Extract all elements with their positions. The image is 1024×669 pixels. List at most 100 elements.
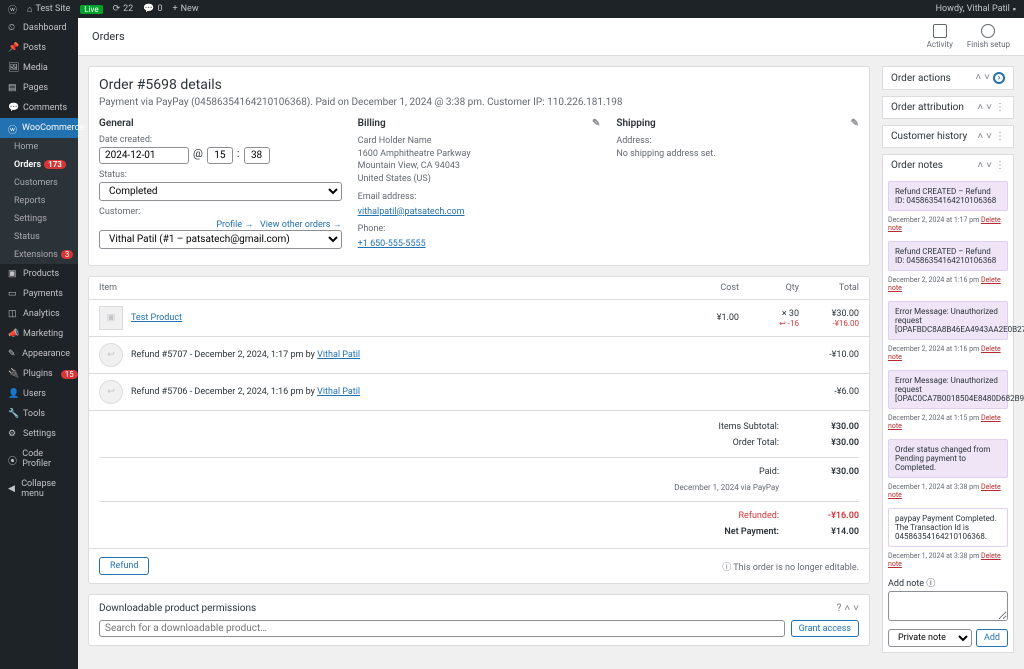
delete-note-link[interactable]: Delete note — [888, 414, 1001, 430]
note-type-select[interactable]: Private note — [888, 629, 972, 647]
chevron-down-icon[interactable]: ˅ — [853, 603, 859, 614]
customer-select[interactable]: Vithal Patil (#1 – patsatech@gmail.com) — [99, 230, 342, 249]
view-orders-link[interactable]: View other orders → — [260, 220, 342, 230]
sidebar-item-plugins[interactable]: 🔌Plugins15 — [0, 364, 78, 384]
refund-amt-2: -¥6.00 — [799, 387, 859, 397]
new-link[interactable]: + New — [173, 4, 199, 14]
activity-button[interactable]: Activity — [927, 24, 953, 49]
sub-settings[interactable]: Settings — [0, 210, 78, 228]
email-label: Email address: — [358, 191, 601, 204]
panel-head-history[interactable]: Customer history˄˅⋮ — [883, 126, 1013, 147]
wp-logo-icon[interactable]: ⓦ — [8, 3, 17, 16]
collapse-icon: ◀ — [8, 484, 16, 494]
panel-head-notes[interactable]: Order notes˄˅⋮ — [883, 155, 1013, 176]
date-input[interactable] — [99, 147, 189, 164]
shipping-col: Shipping✎ Address: No shipping address s… — [616, 118, 859, 255]
sidebar-item-codeprofiler[interactable]: ⦿Code Profiler — [0, 444, 78, 474]
status-label: Status: — [99, 170, 342, 180]
site-link[interactable]: ⌂ Test Site — [27, 4, 70, 15]
help-icon[interactable]: ? — [837, 603, 842, 614]
dots-icon[interactable]: ⋮ — [995, 160, 1005, 171]
ship-addr-label: Address: — [616, 135, 859, 148]
refund-qty: ↩ -16 — [739, 319, 799, 328]
billing-addr-2: 1600 Amphitheatre Parkway — [358, 148, 601, 161]
subtotal-label: Items Subtotal: — [719, 422, 780, 432]
delete-note-link[interactable]: Delete note — [888, 216, 1001, 232]
status-select[interactable]: Completed — [99, 182, 342, 201]
items-h-cost: Cost — [679, 283, 739, 293]
sidebar-item-comments[interactable]: 💬Comments — [0, 98, 78, 118]
sidebar-item-payments[interactable]: ▭Payments — [0, 284, 78, 304]
help-icon[interactable]: ⓘ — [926, 579, 935, 589]
delete-note-link[interactable]: Delete note — [888, 345, 1001, 361]
order-note: Error Message: Unauthorized request [OPA… — [888, 301, 1008, 340]
chevron-down-icon[interactable]: ˅ — [986, 131, 992, 142]
grant-access-button[interactable]: Grant access — [791, 620, 859, 637]
sidebar-item-products[interactable]: ▣Products — [0, 264, 78, 284]
edit-shipping-icon[interactable]: ✎ — [851, 118, 859, 129]
sub-orders[interactable]: Orders173 — [0, 156, 78, 174]
sidebar-item-pages[interactable]: ▤Pages — [0, 78, 78, 98]
billing-addr-4: United States (US) — [358, 173, 601, 186]
topbar-left: ⓦ ⌂ Test Site Live ⟳ 22 💬 0 + New — [8, 3, 199, 16]
finish-setup-button[interactable]: Finish setup — [967, 24, 1010, 49]
sidebar-item-users[interactable]: 👤Users — [0, 384, 78, 404]
note-textarea[interactable] — [888, 591, 1008, 621]
product-link[interactable]: Test Product — [131, 313, 182, 323]
billing-email[interactable]: vithalpatil@patsatech.com — [358, 207, 465, 217]
refund-user-2[interactable]: Vithal Patil — [317, 387, 360, 397]
page-header: Orders Activity Finish setup — [78, 18, 1024, 56]
dl-search-input[interactable] — [99, 620, 785, 637]
sidebar-item-posts[interactable]: 📌Posts — [0, 38, 78, 58]
sidebar-collapse[interactable]: ◀Collapse menu — [0, 474, 78, 504]
chevron-up-icon[interactable]: ˄ — [975, 72, 981, 84]
comments-link[interactable]: 💬 0 — [143, 4, 162, 14]
items-h-total: Total — [799, 283, 859, 293]
dots-icon[interactable]: ⋮ — [995, 131, 1005, 142]
order-notes-panel: Order notes˄˅⋮ Refund CREATED – Refund I… — [882, 154, 1014, 653]
profile-link[interactable]: Profile → — [216, 220, 253, 230]
panel-head-attribution[interactable]: Order attribution˄˅⋮ — [883, 97, 1013, 118]
sub-status[interactable]: Status — [0, 228, 78, 246]
chevron-up-icon[interactable]: ˄ — [844, 603, 850, 614]
sidebar-item-dashboard[interactable]: ⏲Dashboard — [0, 18, 78, 38]
sub-customers[interactable]: Customers — [0, 174, 78, 192]
sidebar-item-tools[interactable]: 🔧Tools — [0, 404, 78, 424]
delete-note-link[interactable]: Delete note — [888, 276, 1001, 292]
add-note-button[interactable]: Add — [976, 629, 1008, 647]
refund-user-1[interactable]: Vithal Patil — [317, 350, 360, 360]
hour-input[interactable] — [207, 147, 233, 164]
general-col: General Date created: @ : Status: Comple… — [99, 118, 342, 255]
updates-link[interactable]: ⟳ 22 — [113, 4, 134, 14]
sidebar-item-media[interactable]: 🖼Media — [0, 58, 78, 78]
chevron-down-icon[interactable]: ˅ — [984, 72, 990, 84]
ordertotal-val: ¥30.00 — [809, 438, 859, 448]
chevron-down-icon[interactable]: ˅ — [986, 160, 992, 171]
sidebar-item-settings[interactable]: ⚙Settings — [0, 424, 78, 444]
sidebar-item-appearance[interactable]: ✎Appearance — [0, 344, 78, 364]
delete-note-link[interactable]: Delete note — [888, 552, 1001, 568]
edit-billing-icon[interactable]: ✎ — [592, 118, 600, 129]
user-greeting[interactable]: Howdy, Vithal Patil ▪ — [936, 4, 1016, 15]
sub-reports[interactable]: Reports — [0, 192, 78, 210]
dl-title: Downloadable product permissions — [99, 603, 256, 614]
sidebar-item-marketing[interactable]: 📣Marketing — [0, 324, 78, 344]
order-subtitle: Payment via PayPay (04586354164210106368… — [99, 97, 859, 108]
billing-phone[interactable]: +1 650-555-5555 — [358, 239, 426, 249]
chevron-up-icon[interactable]: ˄ — [977, 102, 983, 113]
dots-icon[interactable]: ⋮ — [995, 102, 1005, 113]
minute-input[interactable] — [244, 147, 270, 164]
sub-home[interactable]: Home — [0, 138, 78, 156]
header-actions: Activity Finish setup — [927, 24, 1010, 49]
refund-button[interactable]: Refund — [99, 557, 149, 575]
update-badge-icon[interactable]: › — [993, 72, 1005, 84]
chevron-up-icon[interactable]: ˄ — [977, 131, 983, 142]
chevron-down-icon[interactable]: ˅ — [986, 102, 992, 113]
sidebar-item-woocommerce[interactable]: ⓦWooCommerce‹ — [0, 118, 78, 138]
delete-note-link[interactable]: Delete note — [888, 483, 1001, 499]
order-note: Error Message: Unauthorized request [OPA… — [888, 370, 1008, 409]
sidebar-item-analytics[interactable]: ◫Analytics — [0, 304, 78, 324]
sub-extensions[interactable]: Extensions3 — [0, 246, 78, 264]
chevron-up-icon[interactable]: ˄ — [977, 160, 983, 171]
panel-head-actions[interactable]: Order actions˄˅› — [883, 67, 1013, 89]
